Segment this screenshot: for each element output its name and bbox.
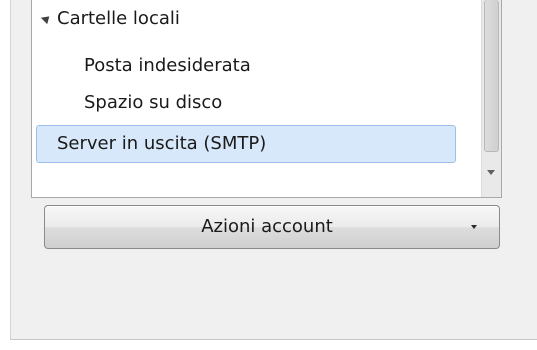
vertical-scrollbar[interactable] [481, 0, 501, 197]
triangle-expanded-icon[interactable] [40, 12, 53, 25]
tree-item-junk-mail[interactable]: Posta indesiderata [84, 46, 251, 86]
tree-item-outgoing-server[interactable]: Server in uscita (SMTP) [36, 125, 456, 163]
tree-item-local-folders[interactable]: Cartelle locali [40, 6, 180, 32]
tree-item-label: Posta indesiderata [84, 55, 251, 76]
tree-item-label: Server in uscita (SMTP) [57, 133, 267, 154]
scroll-down-arrow-icon[interactable] [487, 170, 495, 175]
tree-item-disk-space[interactable]: Spazio su disco [84, 84, 222, 122]
account-actions-label: Azioni account [201, 216, 333, 237]
tree-item-label: Cartelle locali [57, 8, 180, 29]
chevron-down-icon [471, 225, 477, 229]
account-settings-panel: Cartelle locali Posta indesiderata Spazi… [10, 0, 537, 340]
account-actions-button[interactable]: Azioni account [44, 205, 500, 249]
tree-item-label: Spazio su disco [84, 92, 223, 113]
account-tree[interactable]: Cartelle locali Posta indesiderata Spazi… [31, 0, 502, 198]
scrollbar-thumb[interactable] [484, 0, 499, 152]
